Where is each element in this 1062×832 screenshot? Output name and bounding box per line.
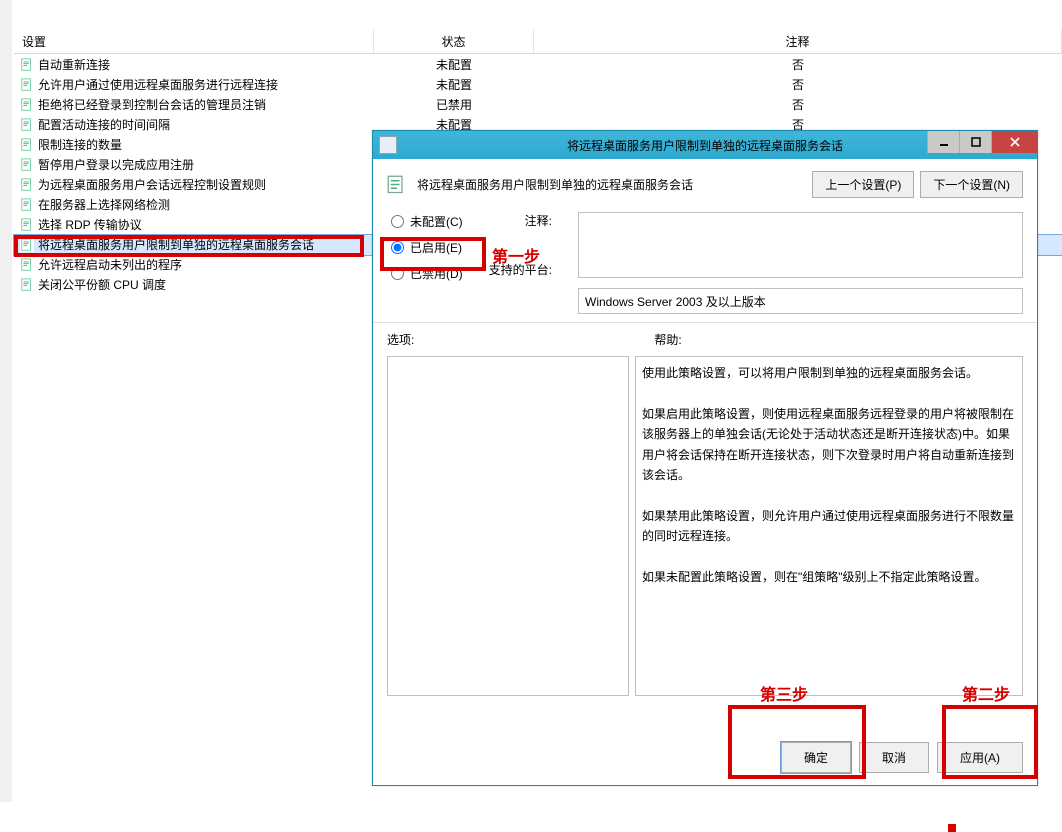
radio-not-configured-label: 未配置(C)	[410, 213, 463, 230]
policy-item-icon	[20, 218, 34, 232]
comment-textarea[interactable]	[578, 212, 1023, 278]
list-item-name: 自动重新连接	[38, 55, 110, 75]
options-pane[interactable]	[387, 356, 629, 696]
list-item-name: 拒绝将已经登录到控制台会话的管理员注销	[38, 95, 266, 115]
list-item-name: 允许用户通过使用远程桌面服务进行远程连接	[38, 75, 278, 95]
list-item-name: 关闭公平份额 CPU 调度	[38, 275, 166, 295]
policy-name-label: 将远程桌面服务用户限制到单独的远程桌面服务会话	[417, 176, 693, 193]
policy-item-icon	[20, 58, 34, 72]
list-item-name: 限制连接的数量	[38, 135, 122, 155]
comment-label: 注释:	[489, 212, 552, 229]
next-setting-button[interactable]: 下一个设置(N)	[920, 171, 1023, 198]
list-item-name: 暂停用户登录以完成应用注册	[38, 155, 194, 175]
policy-item-icon	[20, 158, 34, 172]
list-item-name: 配置活动连接的时间间隔	[38, 115, 170, 135]
policy-icon	[387, 175, 407, 195]
header-name[interactable]: 设置	[14, 30, 374, 53]
list-item-comment: 否	[534, 95, 1062, 115]
list-header: 设置 状态 注释	[14, 30, 1062, 54]
radio-enabled[interactable]: 已启用(E)	[391, 238, 463, 256]
help-p2: 如果启用此策略设置，则使用远程桌面服务远程登录的用户将被限制在该服务器上的单独会…	[642, 404, 1016, 486]
header-comment[interactable]: 注释	[534, 30, 1062, 53]
radio-disabled[interactable]: 已禁用(D)	[391, 264, 463, 282]
policy-item-icon	[20, 118, 34, 132]
list-item-name: 为远程桌面服务用户会话远程控制设置规则	[38, 175, 266, 195]
maximize-button[interactable]	[959, 131, 991, 153]
radio-enabled-label: 已启用(E)	[410, 239, 462, 256]
list-item-state: 已禁用	[374, 95, 534, 115]
list-item-state: 未配置	[374, 75, 534, 95]
list-item[interactable]: 自动重新连接 未配置否	[14, 55, 1062, 75]
list-item-name: 允许远程启动未列出的程序	[38, 255, 182, 275]
help-pane: 使用此策略设置，可以将用户限制到单独的远程桌面服务会话。 如果启用此策略设置，则…	[635, 356, 1023, 696]
platform-text: Windows Server 2003 及以上版本	[578, 288, 1023, 314]
list-item[interactable]: 拒绝将已经登录到控制台会话的管理员注销 已禁用否	[14, 95, 1062, 115]
list-item-name: 将远程桌面服务用户限制到单独的远程桌面服务会话	[38, 235, 314, 255]
policy-item-icon	[20, 238, 34, 252]
ok-button[interactable]: 确定	[781, 742, 851, 773]
dialog-top: 将远程桌面服务用户限制到单独的远程桌面服务会话 上一个设置(P) 下一个设置(N…	[373, 159, 1037, 323]
list-item-state: 未配置	[374, 55, 534, 75]
help-p4: 如果未配置此策略设置，则在"组策略"级别上不指定此策略设置。	[642, 567, 1016, 587]
header-state[interactable]: 状态	[374, 30, 534, 53]
policy-item-icon	[20, 138, 34, 152]
policy-dialog: 将远程桌面服务用户限制到单独的远程桌面服务会话 将远程桌面服务用户限制到单独的远…	[372, 130, 1038, 786]
policy-item-icon	[20, 98, 34, 112]
list-item-name: 选择 RDP 传输协议	[38, 215, 142, 235]
policy-item-icon	[20, 198, 34, 212]
list-item-comment: 否	[534, 55, 1062, 75]
list-item-comment: 否	[534, 75, 1062, 95]
hidden	[948, 824, 956, 832]
help-label: 帮助:	[654, 331, 681, 348]
close-button[interactable]	[991, 131, 1037, 153]
policy-item-icon	[20, 78, 34, 92]
policy-item-icon	[20, 258, 34, 272]
platform-label: 支持的平台:	[489, 261, 552, 278]
cancel-button[interactable]: 取消	[859, 742, 929, 773]
policy-item-icon	[20, 178, 34, 192]
radio-not-configured-input[interactable]	[391, 215, 404, 228]
options-label: 选项:	[387, 331, 414, 348]
list-item-name: 在服务器上选择网络检测	[38, 195, 170, 215]
list-item[interactable]: 允许用户通过使用远程桌面服务进行远程连接 未配置否	[14, 75, 1062, 95]
sidebar-left-border	[0, 0, 12, 802]
radio-enabled-input[interactable]	[391, 241, 404, 254]
help-p1: 使用此策略设置，可以将用户限制到单独的远程桌面服务会话。	[642, 363, 1016, 383]
radio-disabled-label: 已禁用(D)	[410, 265, 463, 282]
radio-disabled-input[interactable]	[391, 267, 404, 280]
policy-item-icon	[20, 278, 34, 292]
minimize-button[interactable]	[927, 131, 959, 153]
titlebar[interactable]: 将远程桌面服务用户限制到单独的远程桌面服务会话	[373, 131, 1037, 159]
prev-setting-button[interactable]: 上一个设置(P)	[812, 171, 914, 198]
help-p3: 如果禁用此策略设置，则允许用户通过使用远程桌面服务进行不限数量的同时远程连接。	[642, 506, 1016, 547]
apply-button[interactable]: 应用(A)	[937, 742, 1023, 773]
radio-not-configured[interactable]: 未配置(C)	[391, 212, 463, 230]
